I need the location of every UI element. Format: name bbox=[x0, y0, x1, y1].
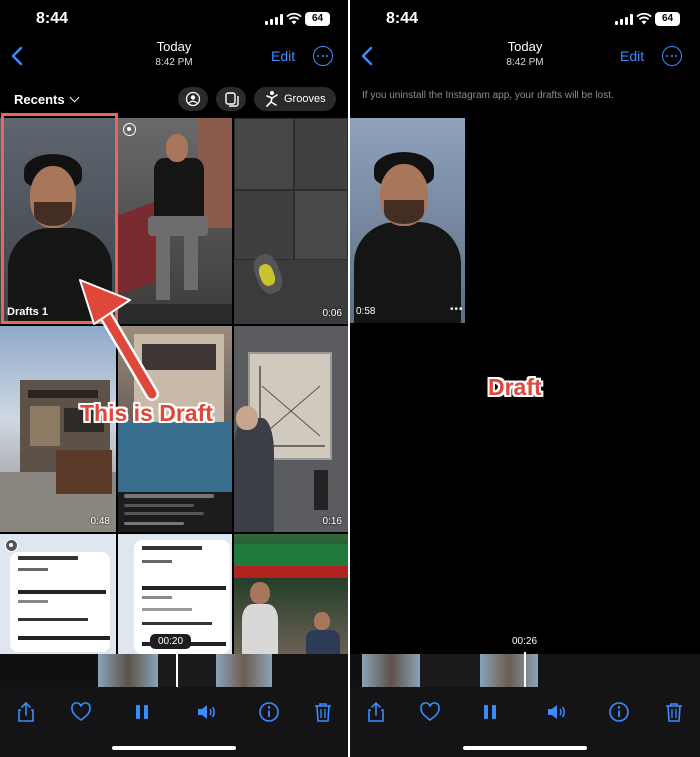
people-filter-button[interactable] bbox=[178, 87, 208, 111]
copy-icon bbox=[225, 92, 239, 107]
draft-thumbnail[interactable]: 0:58 ••• bbox=[350, 118, 465, 323]
chevron-down-icon bbox=[69, 92, 80, 103]
grooves-label: Grooves bbox=[284, 93, 326, 105]
video-duration: 0:16 bbox=[322, 516, 342, 527]
share-icon[interactable] bbox=[15, 701, 37, 723]
home-indicator bbox=[112, 746, 236, 750]
recents-dropdown[interactable]: Recents bbox=[14, 92, 80, 107]
status-bar: 8:44 64 bbox=[350, 0, 700, 40]
pause-icon[interactable] bbox=[131, 701, 153, 723]
edit-button[interactable]: Edit bbox=[271, 48, 295, 64]
recents-label: Recents bbox=[14, 92, 65, 107]
nav-subtitle: 8:42 PM bbox=[506, 57, 544, 68]
duplicates-filter-button[interactable] bbox=[216, 87, 246, 111]
more-options-icon[interactable] bbox=[662, 46, 682, 66]
speaker-icon[interactable] bbox=[546, 701, 568, 723]
left-screenshot: 8:44 64 Today 8:42 PM Edit Recents Groov… bbox=[0, 0, 348, 757]
nav-bar: Today 8:42 PM Edit bbox=[350, 36, 700, 76]
grid-thumbnail-deliveries-2[interactable]: 00:20 bbox=[118, 534, 232, 654]
annotation-arrow bbox=[79, 279, 159, 401]
grid-thumbnail-shop[interactable] bbox=[234, 534, 348, 654]
wifi-icon bbox=[636, 12, 652, 25]
battery-icon: 64 bbox=[655, 12, 680, 26]
filmstrip[interactable] bbox=[350, 652, 700, 689]
scrub-time-label: 00:26 bbox=[512, 636, 538, 647]
battery-icon: 64 bbox=[305, 12, 330, 26]
drafts-warning-text: If you uninstall the Instagram app, your… bbox=[362, 90, 614, 101]
annotation-this-is-draft: This is Draft bbox=[80, 400, 213, 426]
speaker-icon[interactable] bbox=[196, 701, 218, 723]
person-circle-icon bbox=[185, 91, 201, 107]
playhead[interactable] bbox=[176, 652, 178, 689]
nav-title: Today bbox=[507, 39, 543, 54]
annotation-draft: Draft bbox=[488, 374, 542, 400]
home-indicator bbox=[463, 746, 587, 750]
grid-thumbnail-floor[interactable]: 0:06 bbox=[234, 118, 348, 324]
status-time: 8:44 bbox=[36, 10, 69, 27]
filmstrip[interactable] bbox=[0, 652, 348, 689]
more-options-icon[interactable] bbox=[313, 46, 333, 66]
info-icon[interactable] bbox=[608, 701, 630, 723]
live-photo-icon bbox=[5, 539, 18, 552]
heart-icon[interactable] bbox=[70, 701, 92, 723]
grid-thumbnail-deliveries-1[interactable] bbox=[0, 534, 116, 654]
bottom-toolbar bbox=[0, 687, 348, 757]
status-bar: 8:44 64 bbox=[0, 0, 348, 40]
recents-bar: Recents Grooves bbox=[0, 84, 348, 114]
person-image bbox=[350, 118, 465, 323]
trash-icon[interactable] bbox=[312, 701, 334, 723]
share-icon[interactable] bbox=[365, 701, 387, 723]
right-screenshot: 8:44 64 Today 8:42 PM Edit If you uninst… bbox=[350, 0, 700, 757]
cellular-signal-icon bbox=[265, 14, 283, 25]
nav-bar: Today 8:42 PM Edit bbox=[0, 36, 348, 76]
nav-title: Today bbox=[156, 39, 192, 54]
cellular-signal-icon bbox=[615, 14, 633, 25]
wifi-icon bbox=[286, 12, 302, 25]
info-icon[interactable] bbox=[258, 701, 280, 723]
grid-thumbnail-whiteboard[interactable]: 0:16 bbox=[234, 326, 348, 532]
grooves-filter-button[interactable]: Grooves bbox=[254, 87, 336, 111]
scrub-time-label: 00:20 bbox=[150, 634, 192, 649]
edit-button[interactable]: Edit bbox=[620, 48, 644, 64]
status-time: 8:44 bbox=[386, 10, 419, 27]
video-duration: 0:06 bbox=[322, 308, 342, 319]
dancing-figure-icon bbox=[266, 91, 278, 107]
bottom-toolbar bbox=[350, 687, 700, 757]
draft-more-icon[interactable]: ••• bbox=[450, 304, 464, 315]
heart-icon[interactable] bbox=[419, 701, 441, 723]
live-photo-icon bbox=[123, 123, 136, 136]
video-duration: 0:48 bbox=[90, 516, 110, 527]
pause-icon[interactable] bbox=[479, 701, 501, 723]
trash-icon[interactable] bbox=[663, 701, 685, 723]
draft-duration: 0:58 bbox=[356, 306, 376, 317]
playhead[interactable] bbox=[524, 652, 526, 689]
nav-subtitle: 8:42 PM bbox=[155, 57, 193, 68]
